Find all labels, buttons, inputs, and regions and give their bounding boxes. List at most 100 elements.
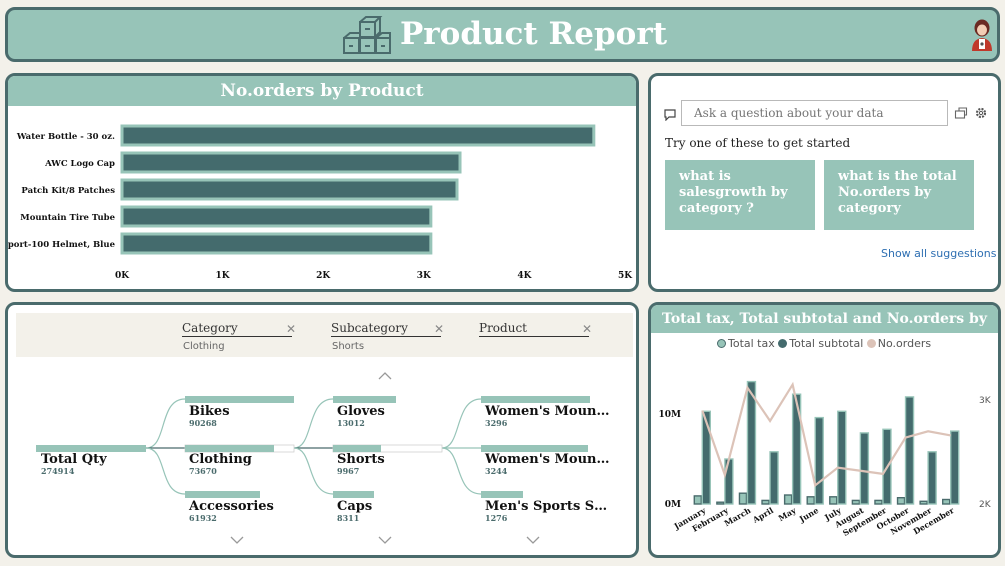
boxes-icon	[343, 16, 391, 54]
gear-icon[interactable]	[974, 106, 988, 120]
x-tick-label: 4K	[517, 271, 532, 281]
tree-node-value: 61932	[189, 513, 217, 523]
tree-bar-product-1[interactable]	[481, 396, 590, 403]
tree-bar-bikes[interactable]	[185, 396, 294, 403]
page-title: Product Report	[400, 16, 668, 52]
tax-bar[interactable]	[738, 492, 748, 505]
bar-category-label: Sport-100 Helmet, Blue	[8, 240, 116, 250]
x-tick-label: 1K	[216, 271, 231, 281]
legend-item-subtotal[interactable]: Total subtotal	[778, 337, 863, 350]
bar-category-label: Water Bottle - 30 oz.	[16, 132, 115, 142]
share-icon[interactable]	[954, 106, 968, 120]
tax-bar[interactable]	[874, 499, 883, 505]
tree-node-value: 3296	[485, 418, 508, 428]
qa-question-input[interactable]	[681, 100, 948, 126]
tree-node-label[interactable]: Accessories	[189, 499, 274, 514]
bar-category-label: AWC Logo Cap	[44, 159, 115, 169]
month-tick-label: April	[750, 505, 775, 525]
tree-node-label[interactable]: Bikes	[189, 404, 230, 419]
month-tick-label: June	[797, 505, 821, 524]
subtotal-bar[interactable]	[769, 451, 779, 505]
monthly-combo-panel: 0M 10M 2K 3K January February March April May Jun…	[648, 302, 1001, 558]
report-header: Product Report	[5, 7, 1000, 62]
tree-node-value: 73670	[189, 466, 217, 476]
bar[interactable]	[120, 205, 433, 228]
tree-bar-caps[interactable]	[333, 491, 374, 498]
y-left-tick-label: 0M	[665, 500, 681, 510]
tree-node-label[interactable]: Gloves	[337, 404, 385, 419]
month-tick-label: March	[722, 505, 752, 528]
subtotal-bar[interactable]	[746, 380, 757, 505]
subtotal-bar[interactable]	[837, 410, 847, 505]
tax-bar[interactable]	[896, 496, 906, 505]
bar[interactable]	[120, 178, 459, 201]
tax-bar[interactable]	[783, 494, 793, 505]
legend-label: Total subtotal	[789, 337, 864, 350]
y-left-tick-label: 10M	[659, 410, 682, 420]
subtotal-bar[interactable]	[904, 396, 915, 505]
tax-bar[interactable]	[806, 496, 815, 505]
subtotal-bar[interactable]	[814, 416, 824, 505]
bar-chart-title: No.orders by Product	[8, 76, 636, 106]
tree-root-label: Total Qty	[41, 452, 107, 467]
tree-node-label[interactable]: Clothing	[189, 452, 252, 467]
tree-bar-clothing[interactable]	[185, 445, 274, 452]
bar-category-label: Patch Kit/8 Patches	[21, 186, 115, 196]
tree-bar-product-3[interactable]	[481, 491, 523, 498]
tax-bar[interactable]	[851, 499, 861, 505]
combo-chart-title: Total tax, Total subtotal and No.orders …	[651, 305, 998, 355]
qa-hint-text: Try one of these to get started	[665, 136, 851, 150]
decomposition-tree-graphics	[36, 372, 590, 544]
bar-category-label: Mountain Tire Tube	[20, 213, 115, 223]
tree-root-value: 274914	[41, 466, 75, 476]
legend-item-orders[interactable]: No.orders	[866, 337, 931, 350]
qa-suggestion-button[interactable]: what is salesgrowth by category ?	[665, 160, 815, 230]
subtotal-bar[interactable]	[724, 458, 734, 505]
orders-by-product-chart: Water Bottle - 30 oz. AWC Logo Cap Patch K…	[8, 124, 633, 281]
legend-label: Total tax	[728, 337, 775, 350]
tax-bar[interactable]	[942, 498, 951, 505]
subtotal-bar[interactable]	[927, 451, 937, 505]
tax-bar[interactable]	[716, 501, 725, 505]
tax-bar[interactable]	[693, 495, 702, 505]
x-tick-label: 0K	[115, 271, 130, 281]
tree-root-bar	[36, 445, 146, 452]
chevron-down-icon[interactable]	[230, 536, 244, 544]
bar[interactable]	[120, 232, 433, 255]
decomposition-tree-panel: Category ✕ Clothing Subcategory ✕ Shorts…	[5, 302, 639, 558]
qa-suggestion-button[interactable]: what is the total No.orders by category	[824, 160, 974, 230]
tree-bar-gloves[interactable]	[333, 396, 396, 403]
tree-node-value: 90268	[189, 418, 217, 428]
chevron-down-icon[interactable]	[526, 536, 540, 544]
chevron-up-icon[interactable]	[378, 372, 392, 380]
subtotal-bar[interactable]	[859, 432, 870, 505]
tree-node-value: 13012	[337, 418, 365, 428]
orders-by-product-panel: No.orders by Product Water Bottle - 30 o…	[5, 73, 639, 292]
avatar-icon[interactable]	[970, 18, 994, 52]
x-tick-label: 3K	[417, 271, 432, 281]
tree-bar-shorts[interactable]	[333, 445, 381, 452]
bar[interactable]	[120, 151, 462, 174]
month-tick-label: May	[776, 505, 797, 523]
tree-node-label[interactable]: Caps	[337, 499, 372, 514]
bar[interactable]	[120, 124, 596, 147]
chart-legend: Total tax Total subtotal No.orders	[717, 337, 931, 350]
tree-bar-accessories[interactable]	[185, 491, 260, 498]
legend-item-tax[interactable]: Total tax	[717, 337, 775, 350]
tax-bar[interactable]	[919, 500, 928, 505]
subtotal-bar[interactable]	[950, 430, 960, 505]
tax-bar[interactable]	[761, 499, 770, 505]
show-all-suggestions-link[interactable]: Show all suggestions	[881, 247, 997, 260]
tree-node-label[interactable]: Women's Moun…	[485, 452, 609, 467]
tree-node-value: 1276	[485, 513, 508, 523]
tree-node-label[interactable]: Shorts	[337, 452, 385, 467]
tree-node-label[interactable]: Men's Sports S…	[485, 499, 607, 514]
tree-node-value: 8311	[337, 513, 360, 523]
y-right-tick-label: 3K	[979, 396, 992, 406]
tax-bar[interactable]	[829, 496, 838, 505]
tree-node-label[interactable]: Women's Moun…	[485, 404, 609, 419]
tree-bar-product-2[interactable]	[481, 445, 588, 452]
y-right-tick-label: 2K	[979, 500, 992, 510]
chevron-down-icon[interactable]	[378, 536, 392, 544]
tree-node-value: 3244	[485, 466, 508, 476]
